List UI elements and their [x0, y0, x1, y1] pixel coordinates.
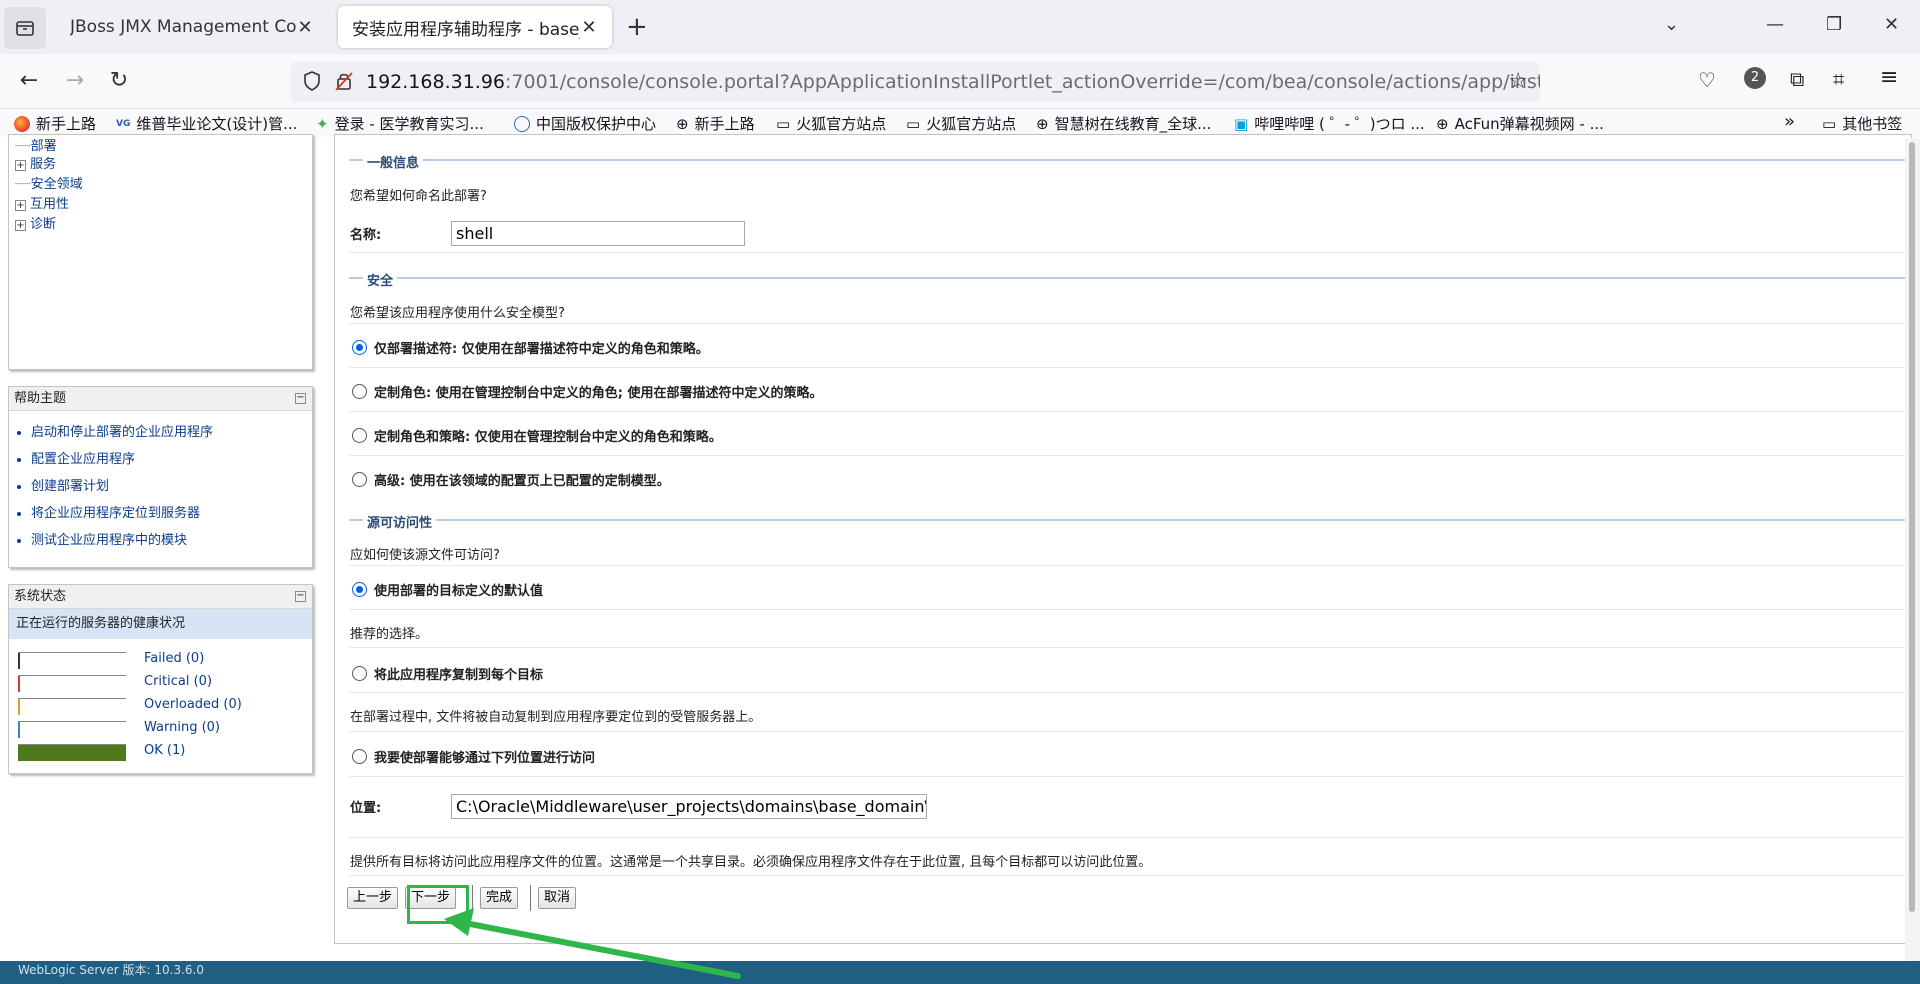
annotation-arrow-icon: [444, 908, 741, 979]
